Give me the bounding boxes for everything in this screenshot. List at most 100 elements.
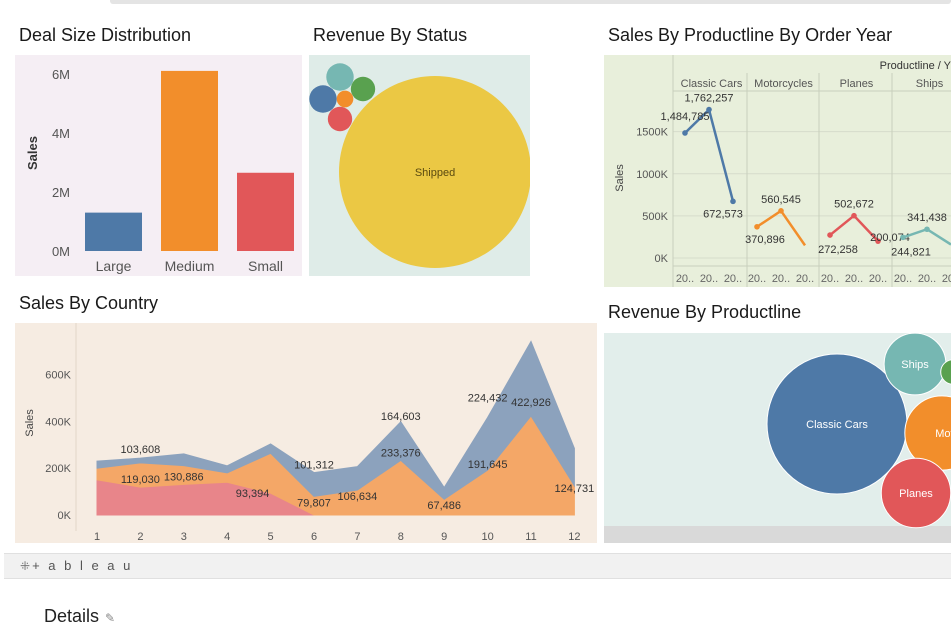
productline-year-title: Sales By Productline By Order Year: [608, 25, 893, 45]
pencil-icon[interactable]: ✎: [105, 611, 115, 625]
column-header: Classic Cars: [681, 78, 743, 90]
x-tick-label: 1: [94, 531, 100, 543]
sales-country-title: Sales By Country: [19, 293, 159, 313]
sales-country-svg: 0K200K400K600KSales1 2 3 4 5 6 7 8 9 10 11 12119,03…: [24, 323, 595, 543]
y-axis-label: Sales: [614, 164, 626, 192]
x-tick-label: 20..: [748, 273, 766, 285]
x-tick-label: Small: [248, 258, 283, 274]
status-bubble: [350, 76, 376, 102]
x-tick-label: Medium: [165, 258, 215, 274]
data-label: 103,608: [121, 444, 161, 456]
status-bubble: [326, 63, 354, 91]
y-tick-label: 400K: [45, 416, 71, 428]
x-tick-label: 20..: [700, 273, 718, 285]
data-label: 101,312: [294, 460, 334, 472]
data-label: 370,896: [745, 234, 785, 246]
data-label: 244,821: [891, 246, 931, 258]
revenue-status-svg: Shipped: [309, 63, 530, 268]
header-label: Productline / Y: [880, 60, 951, 72]
y-tick-label: 0K: [58, 510, 72, 522]
data-label: 119,030: [121, 474, 160, 486]
deal-size-chart[interactable]: 0M 2M 4M 6M Sales Large Medium Small: [15, 55, 302, 276]
data-label: 422,926: [511, 397, 551, 409]
data-point: [730, 198, 736, 205]
data-label: 341,438: [907, 212, 947, 224]
x-tick-label: 20..: [894, 273, 912, 285]
data-point: [924, 226, 930, 233]
data-label: 560,545: [761, 194, 801, 206]
x-tick-label: 20..: [821, 273, 839, 285]
top-scrollbar[interactable]: [0, 0, 951, 6]
data-label: 502,672: [834, 199, 874, 211]
x-tick-label: 8: [398, 531, 404, 543]
data-point: [900, 234, 906, 241]
x-tick-label: 7: [354, 531, 360, 543]
x-tick-label: 10: [481, 531, 493, 543]
data-label: 233,376: [381, 447, 421, 459]
y-tick-label: 2M: [52, 185, 70, 200]
x-tick-label: 20..: [918, 273, 936, 285]
data-label: 224,432: [468, 393, 508, 405]
tableau-logo[interactable]: ⁜ + a b l e a u: [20, 558, 133, 573]
data-point: [754, 223, 760, 230]
data-label: 191,645: [468, 459, 508, 471]
y-axis-label: Sales: [24, 409, 36, 437]
x-tick-label: 11: [525, 531, 536, 543]
data-label: 93,394: [236, 488, 270, 500]
status-bubble: [336, 90, 354, 108]
bar-medium: [161, 70, 218, 252]
data-label: 79,807: [297, 497, 331, 509]
y-tick-label: 1000K: [636, 169, 668, 181]
data-label: 1,762,257: [685, 93, 734, 105]
x-tick-label: 20..: [869, 273, 887, 285]
tableau-cross-icon: ⁜: [20, 559, 31, 573]
x-tick-label: 20..: [676, 273, 694, 285]
data-label: 272,258: [818, 244, 858, 256]
x-tick-label: 5: [268, 531, 274, 543]
bubble-label: Planes: [899, 488, 933, 500]
data-label: 106,634: [338, 491, 378, 503]
column-header: Planes: [840, 78, 874, 90]
x-tick-label: 20..: [772, 273, 790, 285]
y-axis-label: Sales: [25, 136, 40, 170]
scrollbar-thumb[interactable]: [110, 0, 951, 4]
y-tick-label: 500K: [642, 211, 668, 223]
data-label: 124,731: [555, 483, 595, 495]
status-bubble: [309, 85, 337, 113]
column-header: Motorcycles: [754, 78, 813, 90]
y-tick-label: 200K: [45, 463, 71, 475]
revenue-status-chart[interactable]: Shipped: [309, 55, 530, 276]
bubble-label: Classic Cars: [806, 419, 868, 431]
x-tick-label: 12: [568, 531, 580, 543]
bubble-label: Shipped: [415, 167, 455, 179]
x-tick-label: 2: [137, 531, 143, 543]
productline-year-chart[interactable]: Productline / Y Sales 0K 500K 1000K 1500K Clas…: [604, 55, 951, 287]
sales-country-chart[interactable]: 0K 200K 400K 600K Sales 1 2 3 4 5 6 7 8 9 10 11 12 119,03…: [15, 323, 597, 543]
data-label: 1,484,785: [661, 111, 710, 123]
revenue-productline-chart[interactable]: Classic Cars Ships Motorc Planes: [604, 333, 951, 543]
x-tick-label: 9: [441, 531, 447, 543]
y-tick-label: 1500K: [636, 127, 668, 139]
y-tick-label: 600K: [45, 369, 71, 381]
bar-large: [85, 212, 142, 251]
deal-size-title: Deal Size Distribution: [19, 25, 192, 45]
bar-small: [237, 172, 294, 251]
data-point: [778, 207, 784, 214]
data-label: 164,603: [381, 411, 421, 423]
revenue-productline-svg: Classic Cars Ships Motorc Planes: [604, 333, 951, 543]
bubble-label: Motorc: [935, 428, 951, 440]
x-tick-label: Large: [96, 258, 132, 274]
y-tick-label: 4M: [52, 126, 70, 141]
bubble-label: Ships: [901, 359, 929, 371]
data-point: [851, 212, 857, 219]
y-tick-label: 0K: [655, 253, 669, 265]
x-tick-label: 20..: [724, 273, 742, 285]
details-heading: Details ✎: [44, 606, 115, 627]
x-tick-label: 20..: [845, 273, 863, 285]
x-tick-label: 20..: [942, 273, 951, 285]
data-label: 67,486: [427, 500, 461, 512]
data-label: 130,886: [164, 471, 204, 483]
productline-year-svg: Productline / Y Sales 0K 500K 1000K 1500K Clas…: [604, 55, 951, 287]
data-label: 672,573: [703, 208, 743, 220]
x-tick-label: 6: [311, 531, 317, 543]
